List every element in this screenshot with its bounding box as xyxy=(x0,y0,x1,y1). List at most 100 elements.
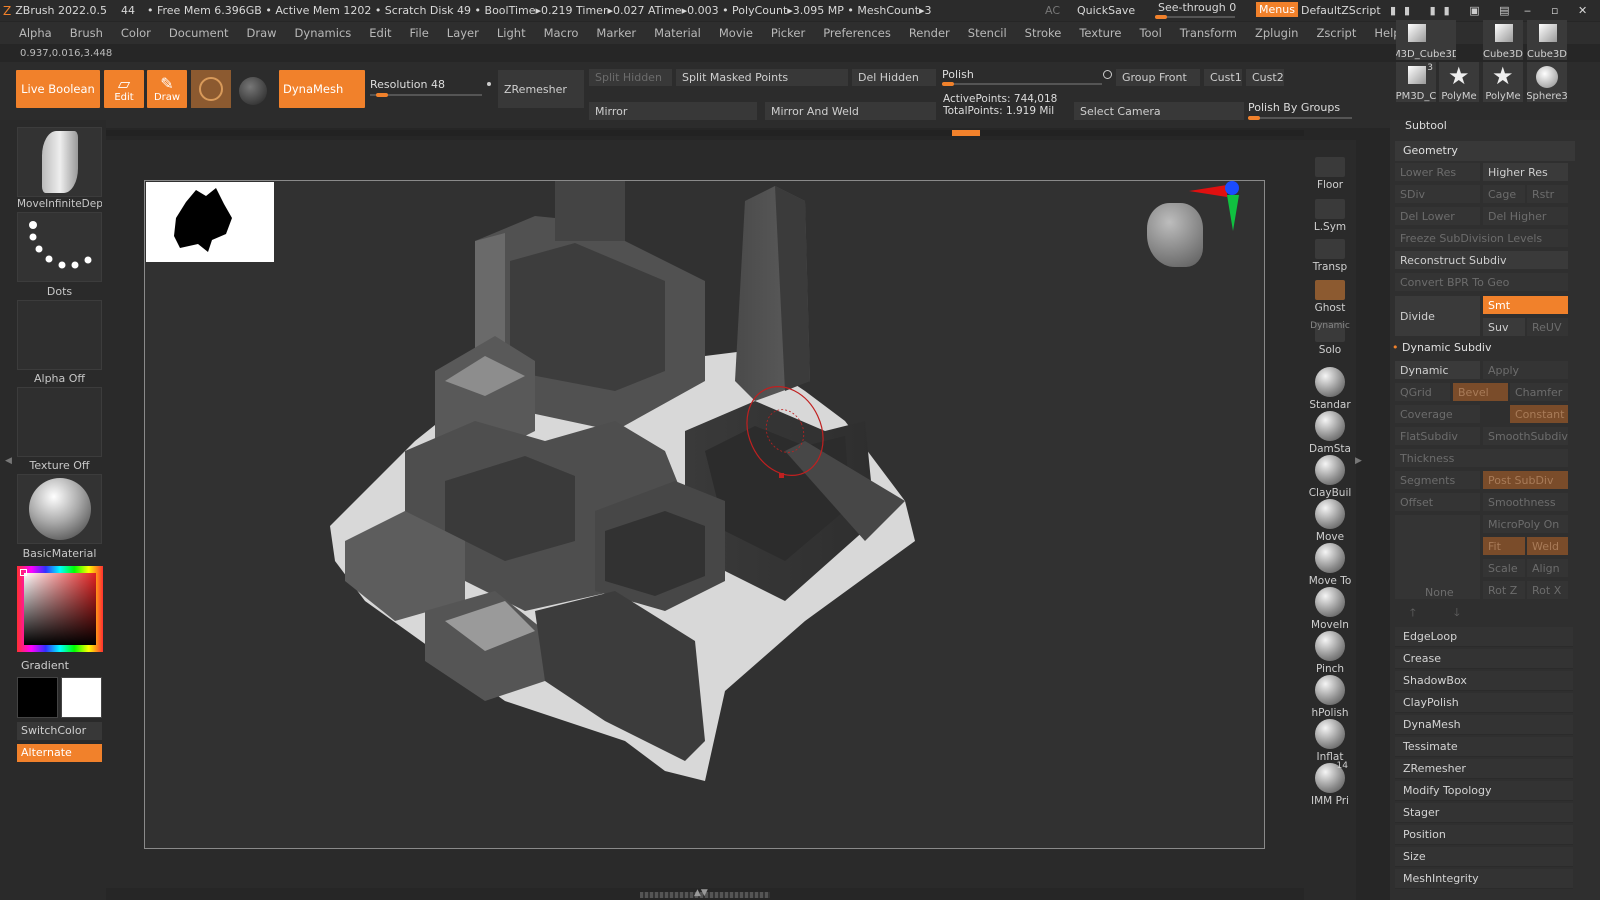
del-hidden-button[interactable]: Del Hidden xyxy=(852,69,936,86)
shelf-floor-button[interactable]: Floor xyxy=(1304,157,1356,191)
shelf-imm-pri-button[interactable]: IMM Pri 14 xyxy=(1304,761,1356,807)
rstr-button[interactable]: Rstr xyxy=(1527,185,1568,203)
seethrough-slider[interactable]: See-through 0 xyxy=(1158,1,1236,14)
shelf-move-button[interactable]: Move xyxy=(1304,499,1356,543)
tool-thumbnail[interactable]: ★ PolyMe xyxy=(1439,62,1479,102)
menu-draw[interactable]: Draw xyxy=(238,26,286,40)
menu-edit[interactable]: Edit xyxy=(360,26,400,40)
section-edgeloop[interactable]: EdgeLoop xyxy=(1395,627,1573,647)
close-icon[interactable]: ✕ xyxy=(1578,4,1587,17)
fit-toggle[interactable]: Fit xyxy=(1483,537,1525,555)
freeze-subdivision-button[interactable]: Freeze SubDivision Levels xyxy=(1395,229,1568,247)
menu-material[interactable]: Material xyxy=(645,26,710,40)
polish-slider[interactable]: Polish xyxy=(942,68,1112,86)
geometry-header[interactable]: Geometry xyxy=(1395,141,1575,161)
split-hidden-button[interactable]: Split Hidden xyxy=(589,69,672,86)
menu-color[interactable]: Color xyxy=(112,26,160,40)
rot-z-button[interactable]: Rot Z xyxy=(1483,581,1525,599)
main-color-swatch[interactable] xyxy=(17,677,58,718)
menu-preferences[interactable]: Preferences xyxy=(814,26,900,40)
scale-slider[interactable]: Scale xyxy=(1483,559,1525,577)
mirror-and-weld-button[interactable]: Mirror And Weld xyxy=(765,102,936,120)
shelf-claybuil-button[interactable]: ClayBuil xyxy=(1304,455,1356,499)
tool-thumbnail[interactable]: Sphere3 xyxy=(1527,62,1567,102)
menu-texture[interactable]: Texture xyxy=(1070,26,1130,40)
shelf-l-sym-button[interactable]: L.Sym xyxy=(1304,199,1356,233)
left-collapse-arrow-icon[interactable]: ◀ xyxy=(5,456,12,466)
shelf-pinch-button[interactable]: Pinch xyxy=(1304,631,1356,675)
window-controls-icon[interactable]: ▮▮ ▮▮ ▣ ▤ xyxy=(1390,4,1518,17)
convert-bpr-button[interactable]: Convert BPR To Geo xyxy=(1395,273,1568,291)
quicksave-button[interactable]: QuickSave xyxy=(1077,4,1135,17)
zremesher-button[interactable]: ZRemesher xyxy=(498,70,584,108)
color-square[interactable] xyxy=(24,573,96,645)
section-modify-topology[interactable]: Modify Topology xyxy=(1395,781,1573,801)
thickness-slider[interactable]: Thickness xyxy=(1395,449,1568,467)
micropoly-on-toggle[interactable]: MicroPoly On xyxy=(1483,515,1568,533)
shelf-transp-button[interactable]: Transp xyxy=(1304,239,1356,273)
switchcolor-button[interactable]: SwitchColor xyxy=(17,722,102,740)
section-crease[interactable]: Crease xyxy=(1395,649,1573,669)
divide-button[interactable]: Divide xyxy=(1395,296,1480,336)
section-dynamesh[interactable]: DynaMesh xyxy=(1395,715,1573,735)
rgb-mode-button[interactable] xyxy=(238,76,268,106)
cust2-button[interactable]: Cust2 xyxy=(1246,69,1284,86)
shelf-standar-button[interactable]: Standar xyxy=(1304,367,1356,411)
resolution-slider[interactable]: Resolution 48 xyxy=(370,78,492,98)
mirror-button[interactable]: Mirror xyxy=(589,102,757,120)
model-render[interactable] xyxy=(145,181,1266,850)
dynamesh-button[interactable]: DynaMesh xyxy=(279,70,365,108)
arrow-up-icon[interactable]: 🡑 xyxy=(1410,604,1416,623)
section-zremesher[interactable]: ZRemesher xyxy=(1395,759,1573,779)
arrow-down-icon[interactable]: 🡓 xyxy=(1454,604,1460,623)
stroke-selector[interactable] xyxy=(17,212,102,282)
smt-toggle[interactable]: Smt xyxy=(1483,296,1568,314)
maximize-icon[interactable]: ▫ xyxy=(1551,4,1558,17)
menu-zplugin[interactable]: Zplugin xyxy=(1246,26,1307,40)
section-size[interactable]: Size xyxy=(1395,847,1573,867)
section-tessimate[interactable]: Tessimate xyxy=(1395,737,1573,757)
offset-slider[interactable]: Offset xyxy=(1395,493,1480,511)
cust1-button[interactable]: Cust1 xyxy=(1204,69,1242,86)
tool-thumbnail[interactable]: ★ PolyMe xyxy=(1483,62,1523,102)
flatsubdiv-slider[interactable]: FlatSubdiv xyxy=(1395,427,1480,445)
seethrough-knob[interactable] xyxy=(1155,15,1235,19)
cage-button[interactable]: Cage xyxy=(1483,185,1525,203)
menu-file[interactable]: File xyxy=(401,26,438,40)
menu-macro[interactable]: Macro xyxy=(535,26,588,40)
material-selector[interactable] xyxy=(17,474,102,544)
segments-slider[interactable]: Segments xyxy=(1395,471,1480,489)
select-camera-button[interactable]: Select Camera xyxy=(1074,102,1244,120)
timeline-bar[interactable] xyxy=(106,130,1304,136)
menu-tool[interactable]: Tool xyxy=(1130,26,1170,40)
group-front-button[interactable]: Group Front xyxy=(1116,69,1200,86)
dynamic-subdiv-header[interactable]: • Dynamic Subdiv xyxy=(1392,341,1572,359)
bottom-expand-icon[interactable]: ▲▼ xyxy=(694,888,708,898)
minimize-icon[interactable]: ‒ xyxy=(1524,4,1531,17)
menu-brush[interactable]: Brush xyxy=(61,26,112,40)
tool-thumbnail[interactable]: PM3D_C 3 xyxy=(1396,62,1436,102)
polish-by-groups-slider[interactable]: Polish By Groups xyxy=(1248,101,1352,121)
move-mode-button[interactable] xyxy=(191,70,231,108)
shelf-damsta-button[interactable]: DamSta xyxy=(1304,411,1356,455)
texture-selector[interactable] xyxy=(17,387,102,457)
del-lower-button[interactable]: Del Lower xyxy=(1395,207,1480,225)
menu-marker[interactable]: Marker xyxy=(587,26,645,40)
menus-button[interactable]: Menus xyxy=(1256,2,1298,17)
split-masked-points-button[interactable]: Split Masked Points xyxy=(676,69,848,86)
qgrid-slider[interactable]: QGrid xyxy=(1395,383,1450,401)
menu-document[interactable]: Document xyxy=(160,26,238,40)
sdiv-slider[interactable]: SDiv xyxy=(1395,185,1480,203)
timeline-marker[interactable] xyxy=(952,130,980,136)
subtool-header[interactable]: Subtool xyxy=(1405,119,1447,132)
menu-light[interactable]: Light xyxy=(488,26,535,40)
menu-stroke[interactable]: Stroke xyxy=(1016,26,1071,40)
menu-layer[interactable]: Layer xyxy=(438,26,488,40)
coverage-slider[interactable]: Coverage xyxy=(1395,405,1480,423)
lower-res-button[interactable]: Lower Res xyxy=(1395,163,1480,181)
rot-x-button[interactable]: Rot X xyxy=(1527,581,1568,599)
brush-selector[interactable] xyxy=(17,127,102,197)
smoothsubdiv-slider[interactable]: SmoothSubdiv xyxy=(1483,427,1568,445)
draw-button[interactable]: ✎ Draw xyxy=(147,70,187,108)
menu-zscript[interactable]: Zscript xyxy=(1307,26,1365,40)
